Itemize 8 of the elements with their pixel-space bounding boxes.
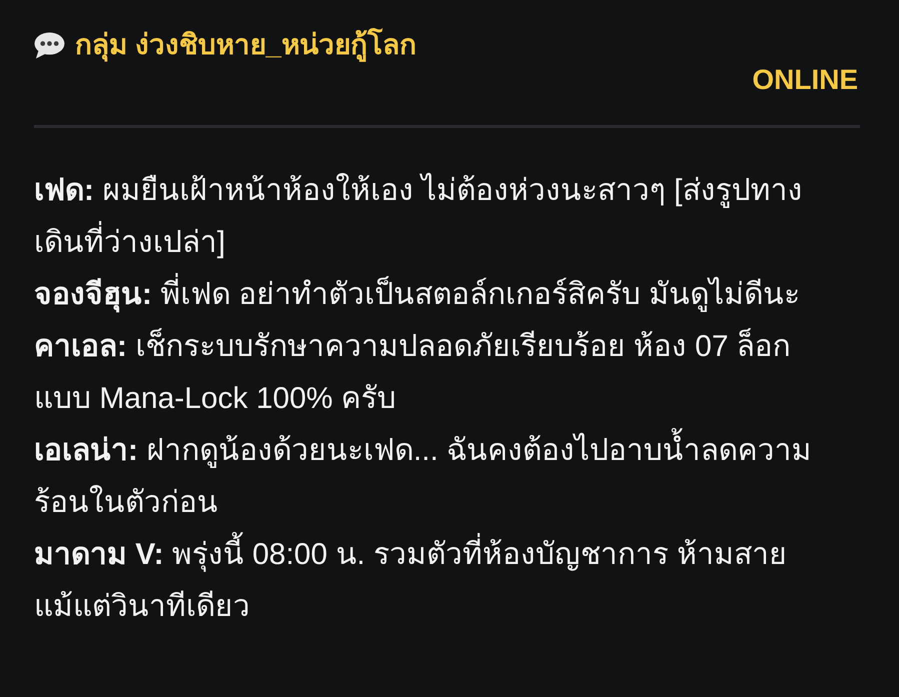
chat-message: เอเลน่า: ฝากดูน้องด้วยนะเฟด... ฉันคงต้องไปอาบน้ำลดความร้อนในตัวก่อน	[34, 425, 820, 529]
chat-message: เฟด: ผมยืนเฝ้าหน้าห้องให้เอง ไม่ต้องห่วงนะสาวๆ [ส่งรูปทางเดินที่ว่างเปล่า]	[34, 172, 804, 261]
chat-message: จองจีฮุน: พี่เฟด อย่าทำตัวเป็นสตอล์กเกอร์สิครับ มันดูไม่ดีนะ	[34, 269, 820, 321]
chat-message: มาดาม V: พรุ่งนี้ 08:00 น. รวมตัวที่ห้องบัญชาการ ห้ามสายแม้แต่วินาทีเดียว	[34, 529, 820, 633]
speech-bubble-icon	[34, 32, 65, 58]
online-status: ONLINE	[752, 63, 859, 97]
group-chat-title: กลุ่ม ง่วงชิบหาย_หน่วยกู้โลก	[75, 29, 416, 61]
chat-message: คาเอล: เช็กระบบรักษาความปลอดภัยเรียบร้อย ห้อง 07 ล็อกแบบ Mana-Lock 100% ครับ	[34, 327, 792, 417]
